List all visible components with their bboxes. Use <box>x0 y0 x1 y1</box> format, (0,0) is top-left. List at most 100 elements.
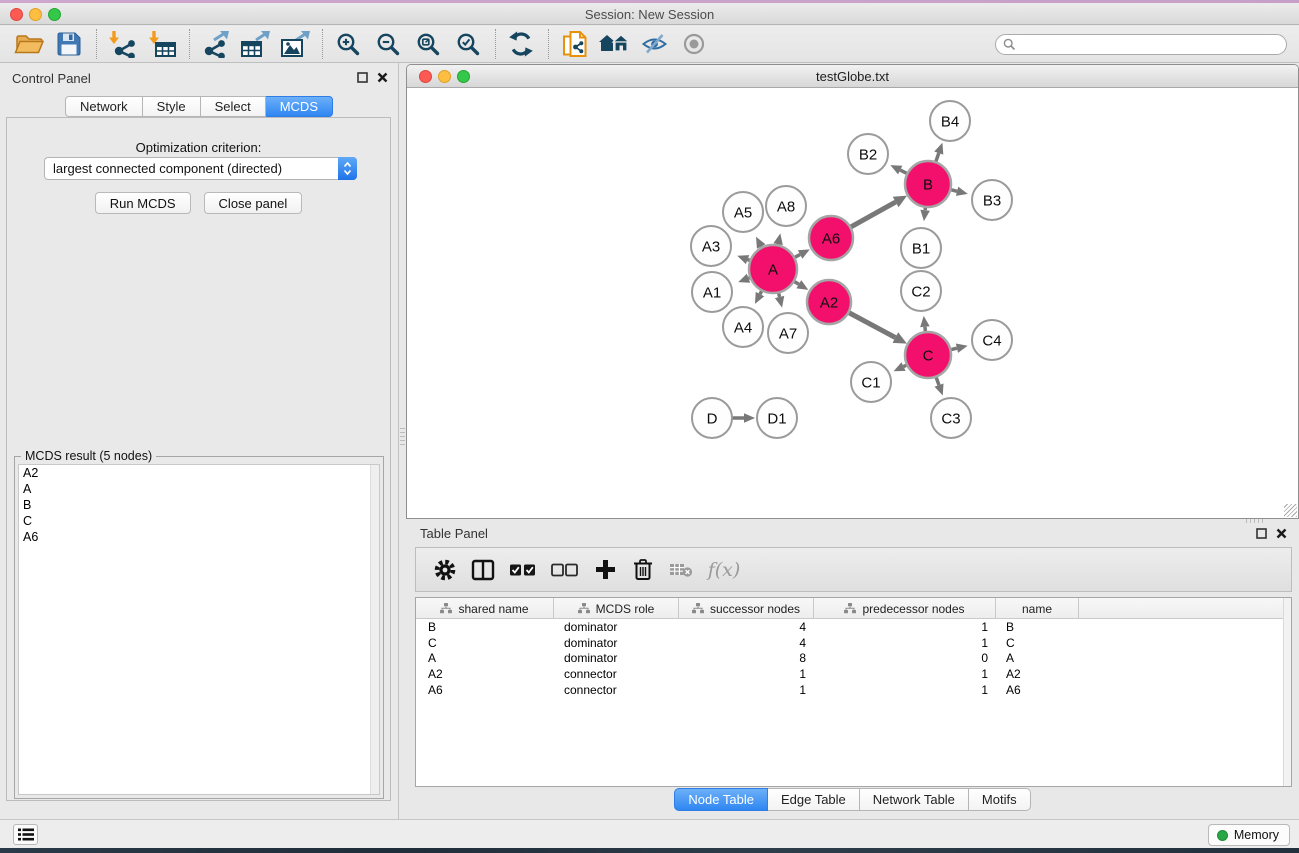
edge-A-A6[interactable] <box>794 249 810 258</box>
node-B[interactable]: B <box>905 161 951 207</box>
mcds-result-list[interactable]: A2ABCA6 <box>18 464 380 795</box>
export-table-icon[interactable] <box>238 28 272 60</box>
import-table-icon[interactable] <box>145 28 179 60</box>
column-header-MCDS-role[interactable]: MCDS role <box>554 598 679 619</box>
tab-select[interactable]: Select <box>201 96 266 117</box>
node-A3[interactable]: A3 <box>691 226 731 266</box>
refresh-icon[interactable] <box>504 28 538 60</box>
node-C4[interactable]: C4 <box>972 320 1012 360</box>
table-scrollbar[interactable] <box>1283 598 1291 786</box>
ndex-home-icon[interactable] <box>597 28 631 60</box>
table-row[interactable]: A6connector11A6 <box>416 682 1291 698</box>
zoom-in-icon[interactable] <box>331 28 365 60</box>
float-panel-icon[interactable] <box>1256 528 1267 539</box>
edge-B-B2[interactable] <box>890 165 907 174</box>
table-settings-icon[interactable] <box>430 553 460 587</box>
node-C2[interactable]: C2 <box>901 271 941 311</box>
deselect-all-icon[interactable] <box>548 553 582 587</box>
mcds-result-item[interactable]: A2 <box>19 465 379 481</box>
import-network-icon[interactable] <box>105 28 139 60</box>
network-canvas[interactable]: B4B2BB3A8A5A6A3B1AA1C2A2A4A7C4CC1C3DD1 <box>407 88 1298 518</box>
mcds-result-item[interactable]: C <box>19 513 379 529</box>
node-B2[interactable]: B2 <box>848 134 888 174</box>
search-input[interactable] <box>1016 37 1266 51</box>
node-A4[interactable]: A4 <box>723 307 763 347</box>
edge-C-C3[interactable] <box>934 377 943 396</box>
edge-A2-C[interactable] <box>848 312 906 343</box>
table-row[interactable]: Bdominator41B <box>416 619 1291 635</box>
mcds-list-scrollbar[interactable] <box>370 465 379 794</box>
edge-B-B3[interactable] <box>950 187 967 196</box>
edge-C-C4[interactable] <box>950 344 967 353</box>
edge-A6-B[interactable] <box>850 196 907 228</box>
tab-edge-table[interactable]: Edge Table <box>768 788 860 811</box>
add-column-icon[interactable] <box>590 553 620 587</box>
hide-graphics-details-icon[interactable] <box>637 28 671 60</box>
edge-C-C1[interactable] <box>894 362 908 371</box>
close-panel-icon[interactable] <box>1276 528 1287 539</box>
delete-column-icon[interactable] <box>628 553 658 587</box>
close-panel-button[interactable]: Close panel <box>204 192 303 214</box>
node-B4[interactable]: B4 <box>930 101 970 141</box>
node-A2[interactable]: A2 <box>807 280 851 324</box>
node-table[interactable]: shared nameMCDS rolesuccessor nodesprede… <box>415 597 1292 787</box>
node-D1[interactable]: D1 <box>757 398 797 438</box>
edge-A-A2[interactable] <box>794 280 809 290</box>
node-C3[interactable]: C3 <box>931 398 971 438</box>
open-session-icon[interactable] <box>12 28 46 60</box>
split-view-icon[interactable] <box>468 553 498 587</box>
mcds-result-item[interactable]: A6 <box>19 529 379 545</box>
tab-motifs[interactable]: Motifs <box>969 788 1031 811</box>
node-A[interactable]: A <box>749 245 797 293</box>
table-row[interactable]: A2connector11A2 <box>416 666 1291 682</box>
node-A8[interactable]: A8 <box>766 186 806 226</box>
save-session-icon[interactable] <box>52 28 86 60</box>
zoom-selected-icon[interactable] <box>451 28 485 60</box>
node-A7[interactable]: A7 <box>768 313 808 353</box>
table-row[interactable]: Cdominator41C <box>416 635 1291 651</box>
tab-network-table[interactable]: Network Table <box>860 788 969 811</box>
edge-D-D1[interactable] <box>732 413 755 423</box>
edge-A-A4[interactable] <box>755 290 764 304</box>
run-mcds-button[interactable]: Run MCDS <box>95 192 191 214</box>
column-header-successor-nodes[interactable]: successor nodes <box>679 598 814 619</box>
tab-style[interactable]: Style <box>143 96 201 117</box>
edge-B-B4[interactable] <box>934 143 943 163</box>
close-panel-icon[interactable] <box>377 72 388 83</box>
destroy-table-icon[interactable] <box>666 553 696 587</box>
node-D[interactable]: D <box>692 398 732 438</box>
node-A1[interactable]: A1 <box>692 272 732 312</box>
edge-B-B1[interactable] <box>920 207 930 221</box>
splitter-grip-vertical[interactable] <box>400 428 405 446</box>
node-A6[interactable]: A6 <box>809 216 853 260</box>
edge-A-A7[interactable] <box>775 292 784 307</box>
node-B3[interactable]: B3 <box>972 180 1012 220</box>
task-history-button[interactable] <box>13 824 38 845</box>
node-C1[interactable]: C1 <box>851 362 891 402</box>
window-resize-grip[interactable] <box>1284 504 1297 517</box>
float-panel-icon[interactable] <box>357 72 368 83</box>
table-row[interactable]: Adominator80A <box>416 651 1291 667</box>
search-field[interactable] <box>995 34 1287 55</box>
export-image-icon[interactable] <box>278 28 312 60</box>
memory-button[interactable]: Memory <box>1208 824 1290 846</box>
tab-mcds[interactable]: MCDS <box>266 96 333 117</box>
tab-network[interactable]: Network <box>65 96 143 117</box>
edge-C-C2[interactable] <box>920 316 930 332</box>
select-all-icon[interactable] <box>506 553 540 587</box>
zoom-out-icon[interactable] <box>371 28 405 60</box>
export-network-icon[interactable] <box>198 28 232 60</box>
clone-network-icon[interactable] <box>557 28 591 60</box>
column-header-name[interactable]: name <box>996 598 1079 619</box>
edge-A-A3[interactable] <box>737 255 750 264</box>
edge-A-A8[interactable] <box>773 233 782 245</box>
tab-node-table[interactable]: Node Table <box>674 788 768 811</box>
node-B1[interactable]: B1 <box>901 228 941 268</box>
mcds-result-item[interactable]: B <box>19 497 379 513</box>
zoom-fit-icon[interactable] <box>411 28 445 60</box>
mcds-result-item[interactable]: A <box>19 481 379 497</box>
network-window-titlebar[interactable]: testGlobe.txt <box>407 65 1298 88</box>
column-header-predecessor-nodes[interactable]: predecessor nodes <box>814 598 996 619</box>
function-builder-icon[interactable]: f(x) <box>704 553 744 587</box>
node-A5[interactable]: A5 <box>723 192 763 232</box>
